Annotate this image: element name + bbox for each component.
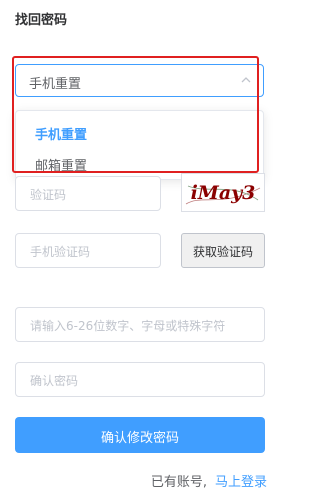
captcha-image[interactable]: iMay3 [181,173,265,212]
footer: 已有账号, 马上登录 [151,471,267,490]
page-title: 找回密码 [15,13,68,28]
highlight-annotation [12,56,259,173]
password-placeholder: 请输入6-26位数字、字母或特殊字符 [30,319,226,333]
confirm-password-input[interactable]: 确认密码 [15,362,265,397]
get-code-label: 获取验证码 [192,245,253,259]
sms-code-placeholder: 手机验证码 [30,245,91,259]
submit-button[interactable]: 确认修改密码 [15,417,265,453]
captcha-graphic: iMay3 [185,182,261,205]
submit-label: 确认修改密码 [100,431,179,446]
footer-text: 已有账号, [150,475,207,490]
captcha-input[interactable]: 验证码 [15,176,161,211]
captcha-text: iMay3 [191,182,256,204]
captcha-placeholder: 验证码 [30,188,67,202]
password-input[interactable]: 请输入6-26位数字、字母或特殊字符 [15,307,265,342]
confirm-password-placeholder: 确认密码 [30,374,79,388]
login-link[interactable]: 马上登录 [215,475,267,490]
get-code-button[interactable]: 获取验证码 [181,233,265,268]
sms-code-input[interactable]: 手机验证码 [15,233,161,268]
